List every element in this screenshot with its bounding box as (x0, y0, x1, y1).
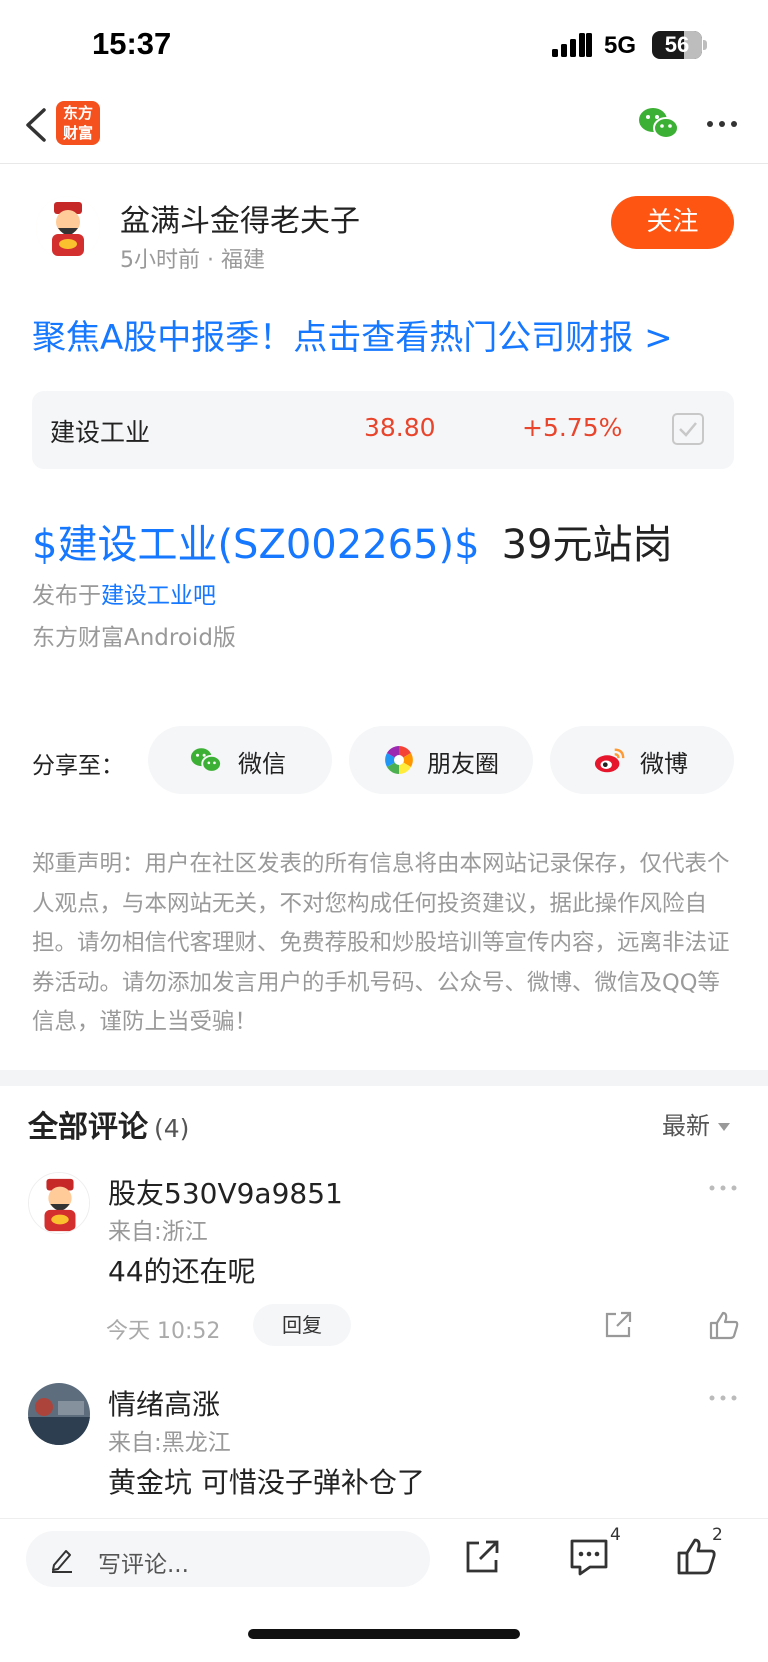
author-name[interactable]: 盆满斗金得老夫子 (120, 196, 360, 240)
comment-text[interactable]: 44的还在呢 (108, 1250, 256, 1290)
share-moments-button[interactable]: 朋友圈 (349, 726, 533, 794)
bottom-action-bar: 写评论... 4 2 (0, 1518, 768, 1662)
weibo-icon (594, 748, 625, 773)
author-meta: 5小时前 · 福建 (120, 248, 265, 273)
app-logo-line1: 东方 (62, 104, 93, 122)
share-label: 分享至： (32, 753, 124, 779)
reply-button[interactable]: 回复 (253, 1304, 351, 1346)
comment-text[interactable]: 黄金坑 可惜没子弹补仓了 (108, 1461, 425, 1501)
pencil-icon (52, 1550, 72, 1573)
status-bar: 15:37 5G 56 (0, 0, 768, 90)
comment-count-badge: 4 (610, 1525, 621, 1545)
thumbs-up-icon[interactable] (676, 1535, 716, 1577)
comment-time: 今天 10:52 (106, 1319, 221, 1344)
comments-count: (4) (154, 1114, 190, 1143)
stock-change: +5.75% (522, 413, 623, 442)
back-arrow-icon[interactable] (20, 102, 56, 148)
disclaimer-text: 郑重声明：用户在社区发表的所有信息将由本网站记录保存，仅代表个人观点，与本网站无… (32, 851, 730, 1035)
share-weibo-button[interactable]: 微博 (550, 726, 734, 794)
post-stock-tag[interactable]: $建设工业(SZ002265)$ (32, 522, 480, 568)
commenter-location: 来自:浙江 (108, 1219, 208, 1245)
share-icon[interactable] (462, 1537, 502, 1577)
earnings-promo-link[interactable]: 聚焦A股中报季！点击查看热门公司财报 > (32, 310, 673, 359)
follow-button[interactable]: 关注 (611, 196, 734, 249)
post-content: $建设工业(SZ002265)$ 39元站岗 (32, 512, 673, 570)
share-wechat-label: 微信 (238, 750, 286, 778)
commenter-name[interactable]: 股友530V9a9851 (108, 1172, 343, 1212)
post-client: 东方财富Android版 (32, 625, 236, 651)
battery-level: 56 (664, 32, 690, 57)
stock-name: 建设工业 (50, 418, 151, 447)
check-icon (679, 422, 697, 437)
watchlist-checkbox[interactable] (672, 413, 704, 445)
post-text: 39元站岗 (501, 522, 673, 568)
comment-more-icon[interactable] (708, 1183, 738, 1193)
commenter-name[interactable]: 情绪高涨 (108, 1383, 220, 1423)
network-type: 5G (604, 32, 637, 59)
wechat-icon (190, 748, 222, 773)
published-prefix: 发布于 (32, 583, 101, 609)
share-weibo-label: 微博 (640, 750, 688, 778)
comment-sort-label: 最新 (662, 1112, 710, 1140)
share-wechat-button[interactable]: 微信 (148, 726, 332, 794)
stock-price: 38.80 (364, 413, 436, 442)
section-divider (0, 1070, 768, 1086)
stock-quote-card[interactable]: 建设工业 38.80 +5.75% (32, 391, 734, 469)
signal-icon (552, 33, 592, 57)
comment-sort-dropdown[interactable]: 最新 (662, 1106, 730, 1141)
nav-bar: 东方 财富 (0, 90, 768, 164)
home-indicator[interactable] (248, 1629, 520, 1639)
comment-input-placeholder: 写评论... (98, 1552, 189, 1578)
commenter-avatar[interactable] (28, 1172, 90, 1234)
share-moments-label: 朋友圈 (427, 750, 499, 778)
more-options-icon[interactable] (706, 110, 738, 138)
status-time: 15:37 (92, 26, 172, 61)
fortune-god-avatar-icon (29, 1173, 89, 1233)
battery-tip (703, 40, 707, 50)
published-in: 发布于建设工业吧 (32, 576, 216, 610)
comments-header: 全部评论 (4) (28, 1102, 189, 1146)
comment-input[interactable]: 写评论... (26, 1531, 430, 1587)
moments-icon (385, 746, 413, 774)
commenter-avatar[interactable] (28, 1383, 90, 1445)
fortune-god-avatar-icon (36, 196, 100, 260)
like-count-badge: 2 (712, 1525, 723, 1545)
share-icon[interactable] (602, 1309, 634, 1341)
comment-icon[interactable] (568, 1537, 610, 1577)
app-logo: 东方 财富 (56, 101, 100, 145)
stock-bar-link[interactable]: 建设工业吧 (101, 583, 216, 609)
comments-title: 全部评论 (28, 1110, 148, 1145)
thumbs-up-icon[interactable] (708, 1309, 740, 1341)
battery-icon: 56 (652, 31, 702, 59)
app-logo-line2: 财富 (62, 124, 93, 142)
caret-down-icon (718, 1123, 730, 1131)
photo-avatar-icon (28, 1383, 90, 1445)
comment-more-icon[interactable] (708, 1393, 738, 1403)
author-avatar[interactable] (36, 196, 100, 260)
wechat-share-icon[interactable] (638, 106, 680, 142)
commenter-location: 来自:黑龙江 (108, 1430, 231, 1456)
